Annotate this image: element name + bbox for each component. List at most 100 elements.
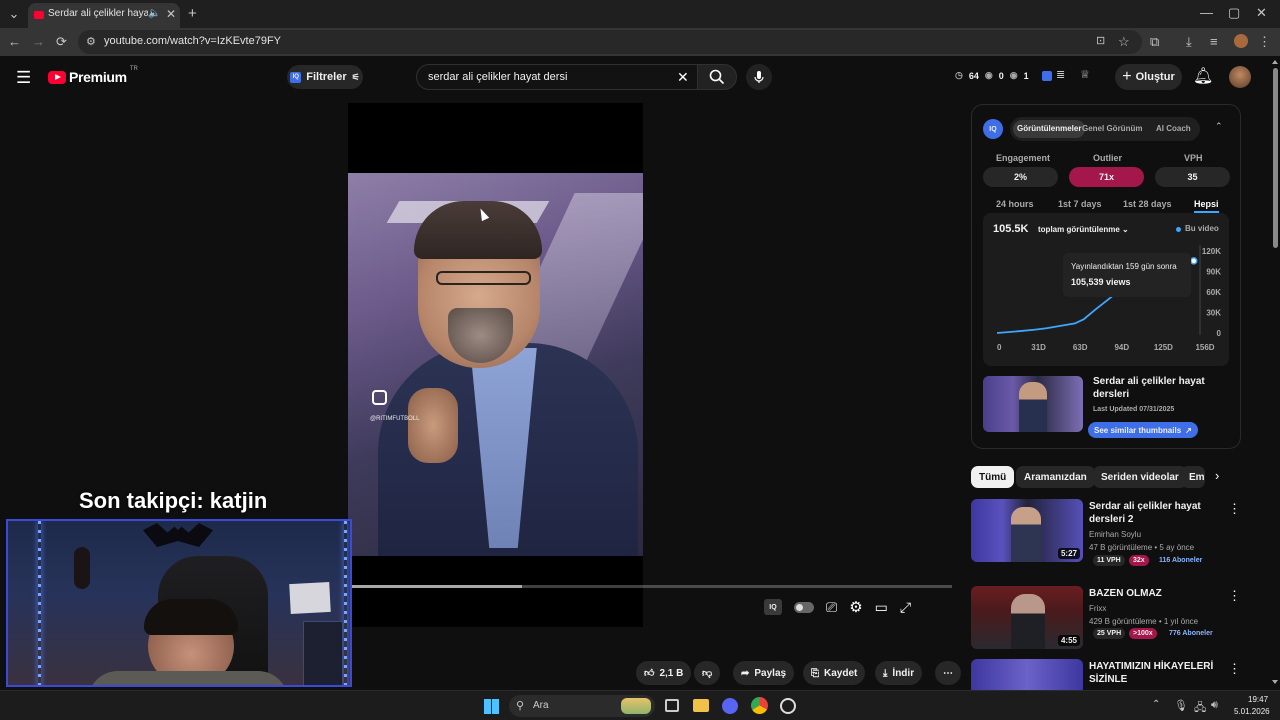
new-tab-icon[interactable]: + (188, 5, 197, 22)
file-explorer-icon[interactable] (693, 699, 709, 712)
windows-start-icon[interactable] (484, 699, 499, 714)
related-meta: 47 B görüntüleme • 5 ay önce (1089, 543, 1195, 552)
network-icon[interactable]: 🖧 (1194, 699, 1206, 718)
tab-views[interactable]: Görüntülenmeler (1013, 120, 1086, 138)
voice-search-button[interactable] (746, 64, 772, 90)
iq-tab-bar: Görüntülenmeler Genel Görünüm AI Coach (1010, 117, 1200, 141)
collapse-chevron-icon[interactable]: ⌃ (1215, 121, 1223, 132)
account-avatar[interactable] (1229, 66, 1251, 88)
chip-more[interactable]: Em (1181, 466, 1205, 488)
tab-overview[interactable]: Genel Görünüm (1082, 124, 1142, 133)
profile-avatar[interactable] (1234, 34, 1248, 48)
current-video-thumbnail[interactable] (983, 376, 1083, 432)
reload-icon[interactable]: ⟳ (56, 34, 67, 50)
chip-from-search[interactable]: Aramanızdan (1016, 466, 1095, 488)
speaker-hand (408, 388, 458, 463)
tray-mic-icon[interactable]: 🎙︎ (1174, 699, 1188, 712)
extensions-icon[interactable]: ⧉ (1150, 34, 1159, 50)
video-frame[interactable]: @RITIMFUTBOLL (348, 173, 643, 556)
media-icon[interactable]: ≡ (1210, 34, 1218, 49)
menu-dots-icon[interactable]: ⋮ (1258, 34, 1271, 50)
browser-tab[interactable]: Serdar ali çelikler hayat de 🔈 ✕ (28, 3, 180, 28)
notifications-bell-icon[interactable]: 🔔︎ (1193, 66, 1213, 86)
site-info-icon[interactable]: ⚙ (86, 35, 96, 48)
trophy-icon[interactable]: ♕ (1080, 68, 1090, 81)
iq-extension-icon[interactable] (1042, 71, 1052, 81)
hamburger-menu-icon[interactable]: ☰ (16, 68, 31, 88)
related-menu-icon[interactable]: ⋮ (1228, 661, 1241, 677)
related-thumbnail[interactable]: 5:27 (971, 499, 1083, 562)
search-input[interactable]: serdar ali çelikler hayat dersi ✕ (416, 64, 698, 90)
fullscreen-icon[interactable]: ⤢ (900, 599, 911, 616)
dislike-button[interactable]: 👎︎ (694, 661, 721, 685)
task-view-icon[interactable] (665, 699, 679, 712)
range-28d[interactable]: 1st 28 days (1123, 199, 1172, 209)
iq-player-icon[interactable]: IQ (764, 599, 782, 615)
tray-chevron-icon[interactable]: ⌃ (1152, 699, 1160, 710)
related-title[interactable]: HAYATIMIZIN HİKAYELERİ SİZİNLE (1089, 660, 1224, 686)
range-24h[interactable]: 24 hours (996, 199, 1034, 209)
search-button[interactable] (697, 64, 737, 90)
similar-thumbnails-button[interactable]: See similar thumbnails ↗ (1088, 422, 1198, 438)
like-button[interactable]: 👍︎ 2,1 B (636, 661, 692, 685)
latest-data-point[interactable] (1190, 257, 1198, 265)
page-scrollbar[interactable] (1270, 56, 1280, 690)
subtitles-icon[interactable]: ⎚ (826, 599, 837, 616)
save-button[interactable]: ⎘ Kaydet (803, 661, 866, 685)
tab-list-icon[interactable]: ⌄ (6, 6, 22, 22)
chips-next-chevron-icon[interactable]: › (1215, 468, 1219, 483)
subscribers-badge: 116 Aboneler (1159, 557, 1203, 564)
autoplay-toggle[interactable] (794, 601, 814, 613)
forward-icon[interactable]: → (32, 34, 45, 49)
filters-label: Filtreler (306, 71, 347, 83)
range-all[interactable]: Hepsi (1194, 199, 1219, 213)
download-icon[interactable]: ⤓ (1186, 34, 1192, 50)
download-button[interactable]: ⤓ İndir (875, 661, 923, 685)
related-menu-icon[interactable]: ⋮ (1228, 501, 1241, 517)
create-button[interactable]: + Oluştur (1115, 64, 1182, 90)
discord-icon[interactable] (722, 698, 738, 714)
related-channel: Frixx (1089, 604, 1107, 613)
theater-mode-icon[interactable]: ▭ (875, 599, 888, 616)
install-icon[interactable]: ⊡ (1096, 34, 1105, 47)
app-icon[interactable] (780, 698, 796, 714)
speaker-icon[interactable]: 🔈 (148, 8, 160, 19)
restore-icon[interactable]: ▢ (1228, 5, 1240, 21)
clock-time[interactable]: 19:47 (1248, 695, 1268, 704)
related-title[interactable]: BAZEN OLMAZ (1089, 587, 1224, 600)
close-window-icon[interactable]: ✕ (1256, 5, 1267, 21)
minimize-icon[interactable]: — (1200, 5, 1213, 20)
chip-from-series[interactable]: Seriden videolar (1093, 466, 1187, 488)
share-button[interactable]: ➦ Paylaş (733, 661, 795, 685)
list-icon[interactable]: ≣ (1056, 68, 1065, 81)
bookmark-star-icon[interactable]: ☆ (1118, 34, 1130, 50)
url-box[interactable]: ⚙ youtube.com/watch?v=IzKEvte79FY ⊡ ☆ (78, 30, 1142, 54)
back-icon[interactable]: ← (8, 34, 21, 49)
scroll-down-icon[interactable] (1272, 680, 1278, 684)
scroll-up-icon[interactable] (1272, 60, 1278, 64)
settings-gear-icon[interactable]: ⚙ (849, 598, 862, 616)
related-thumbnail[interactable] (971, 659, 1083, 690)
range-7d[interactable]: 1st 7 days (1058, 199, 1102, 209)
close-tab-icon[interactable]: ✕ (166, 7, 176, 21)
youtube-logo[interactable]: Premium TR (48, 66, 138, 85)
related-thumbnail[interactable]: 4:55 (971, 586, 1083, 649)
chrome-icon[interactable] (751, 697, 768, 714)
clock-date[interactable]: 5.01.2026 (1234, 707, 1270, 716)
clear-search-icon[interactable]: ✕ (677, 69, 689, 86)
related-channel: Emirhan Soylu (1089, 530, 1142, 539)
chip-all[interactable]: Tümü (971, 466, 1015, 488)
taskbar-search[interactable]: ⚲ Ara (509, 695, 655, 717)
filters-button[interactable]: IQ Filtreler ⚟ (287, 65, 363, 89)
related-menu-icon[interactable]: ⋮ (1228, 588, 1241, 604)
video-progress-bar[interactable] (352, 585, 952, 588)
tab-ai-coach[interactable]: AI Coach (1156, 124, 1191, 133)
related-title[interactable]: Serdar ali çelikler hayat dersleri 2 (1089, 500, 1224, 526)
scrollbar-thumb[interactable] (1273, 68, 1278, 248)
thumb-figure (1019, 382, 1047, 432)
volume-icon[interactable]: 🔊︎ (1211, 699, 1218, 712)
more-actions-button[interactable]: ⋯ (935, 661, 961, 685)
url-text[interactable]: youtube.com/watch?v=IzKEvte79FY (104, 35, 281, 47)
stats-group[interactable]: ◷ 64 ◉ 0 ◉ 1 (955, 70, 1029, 81)
current-video-title[interactable]: Serdar ali çelikler hayat dersleri (1093, 375, 1213, 401)
